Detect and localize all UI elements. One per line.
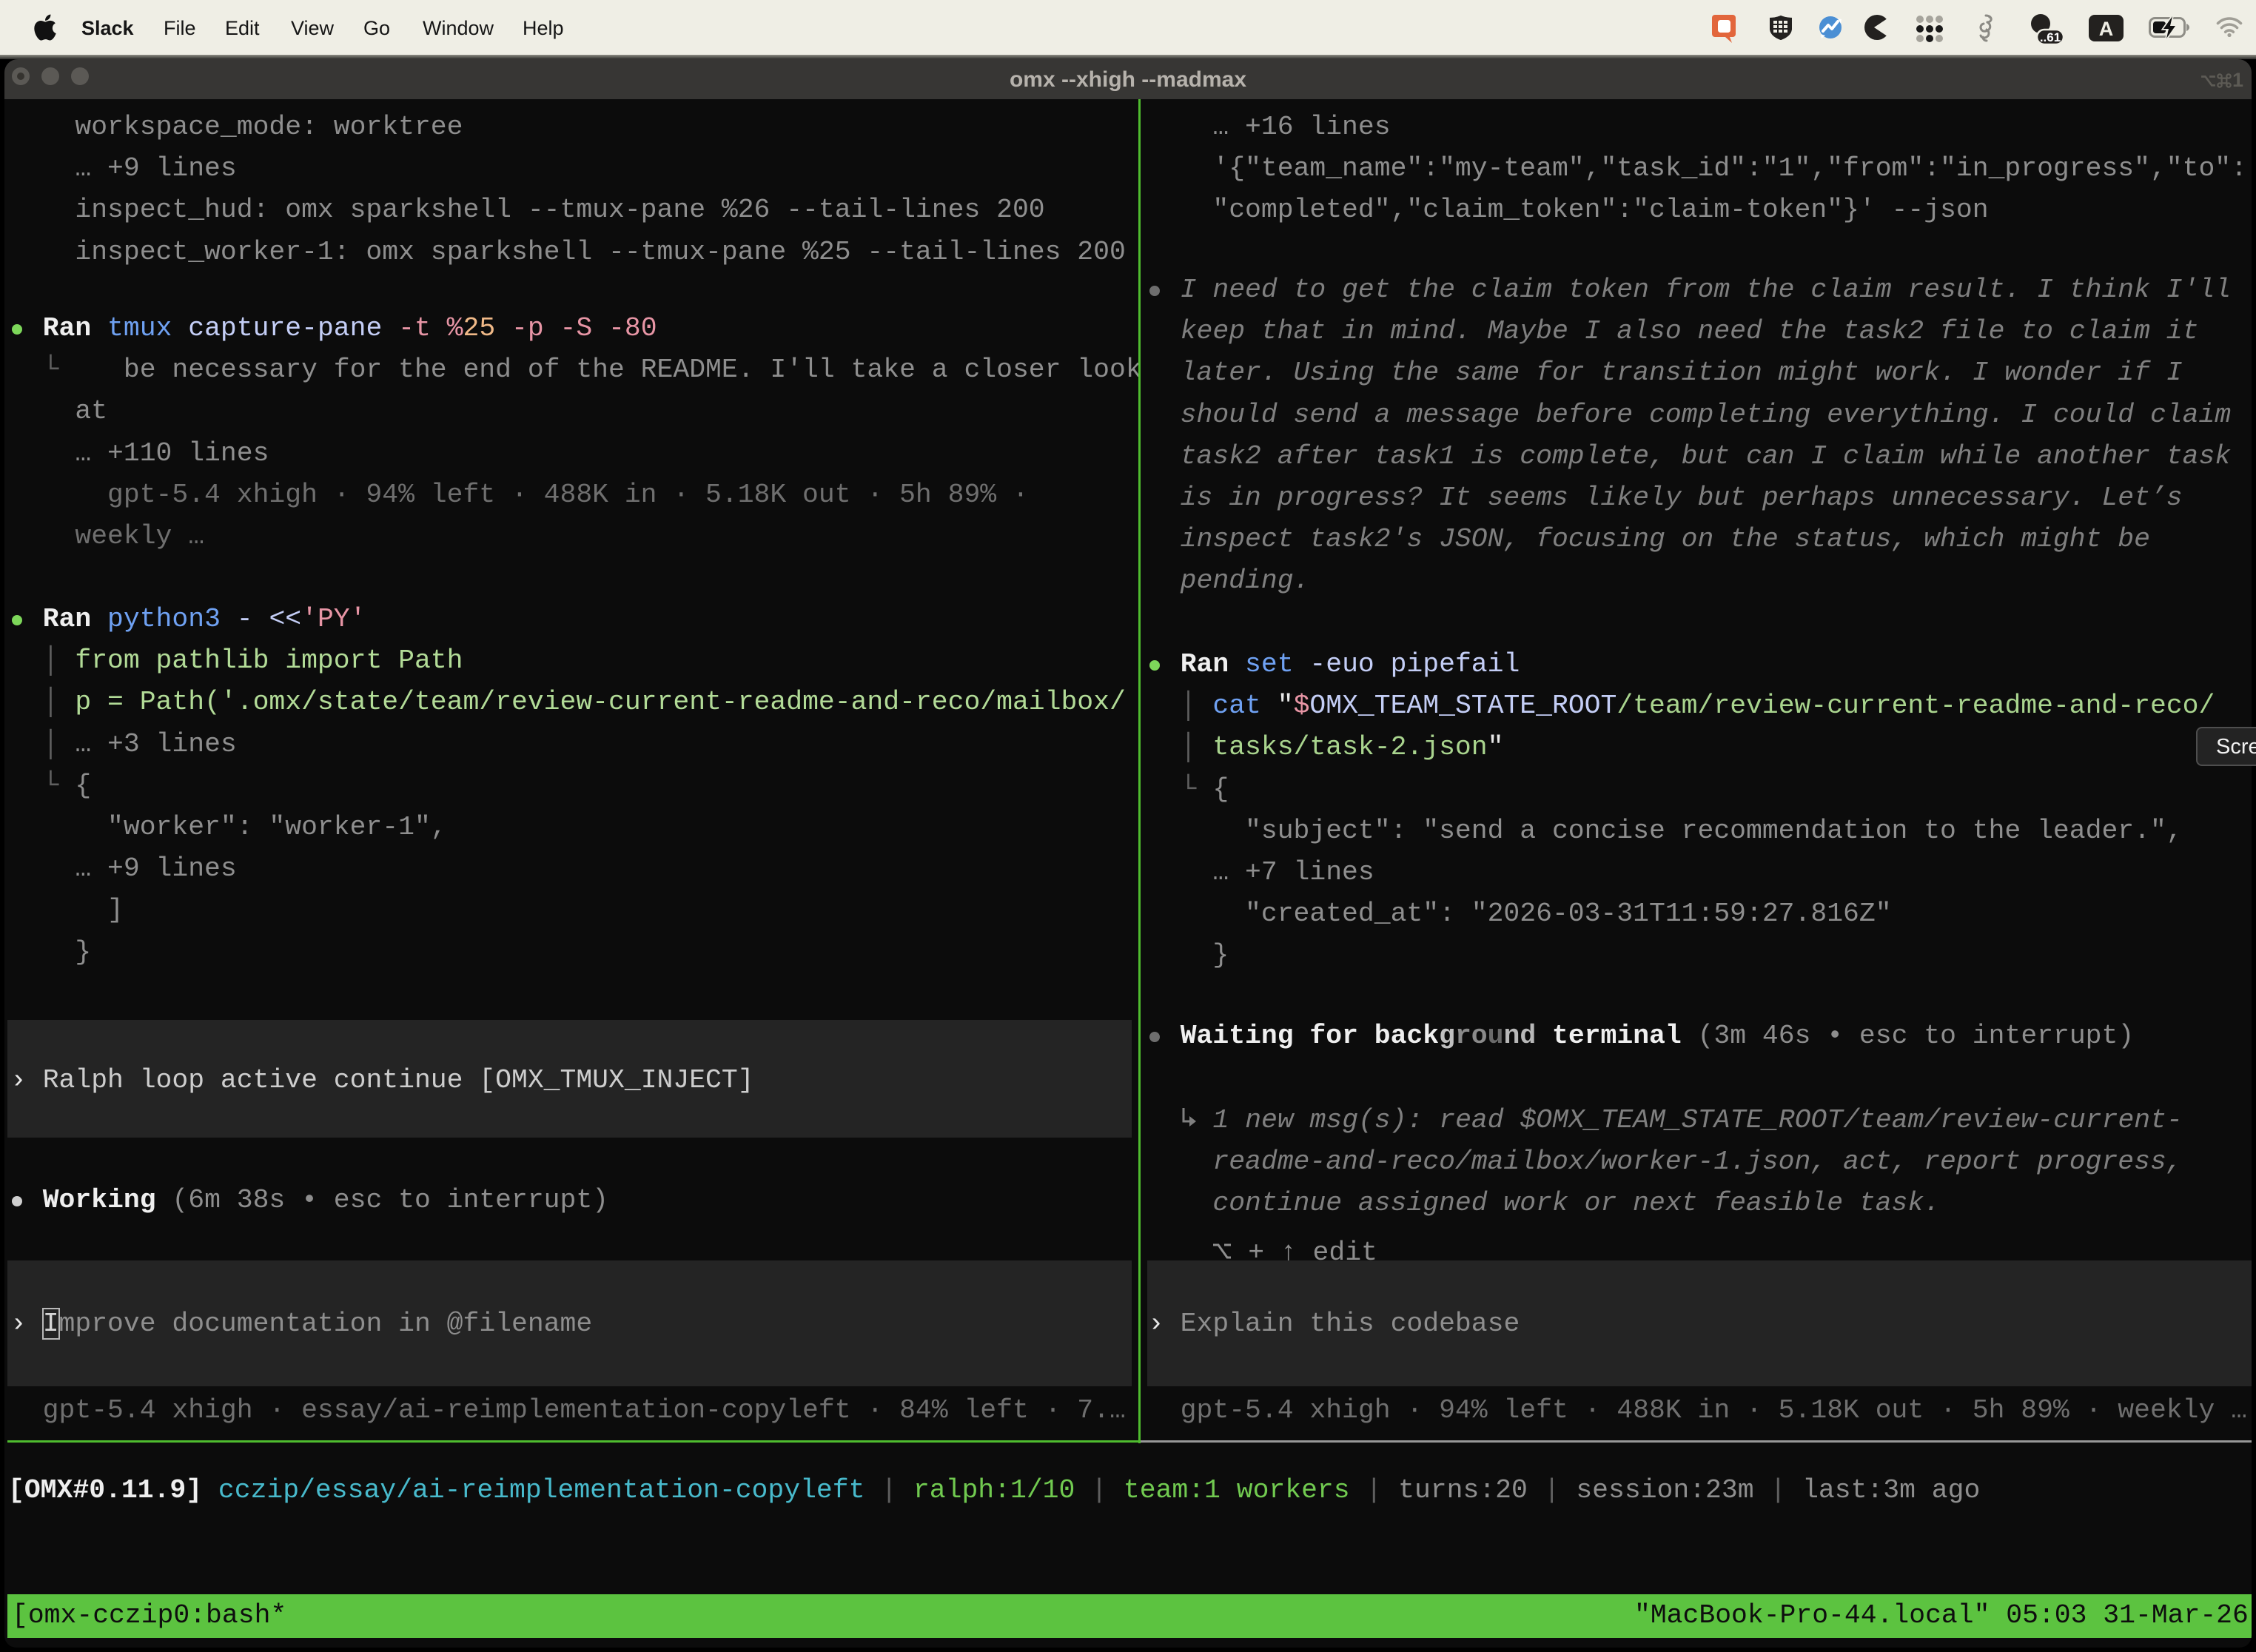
svg-text:..61: ..61 — [2040, 30, 2061, 44]
svg-text:A: A — [2099, 18, 2114, 40]
